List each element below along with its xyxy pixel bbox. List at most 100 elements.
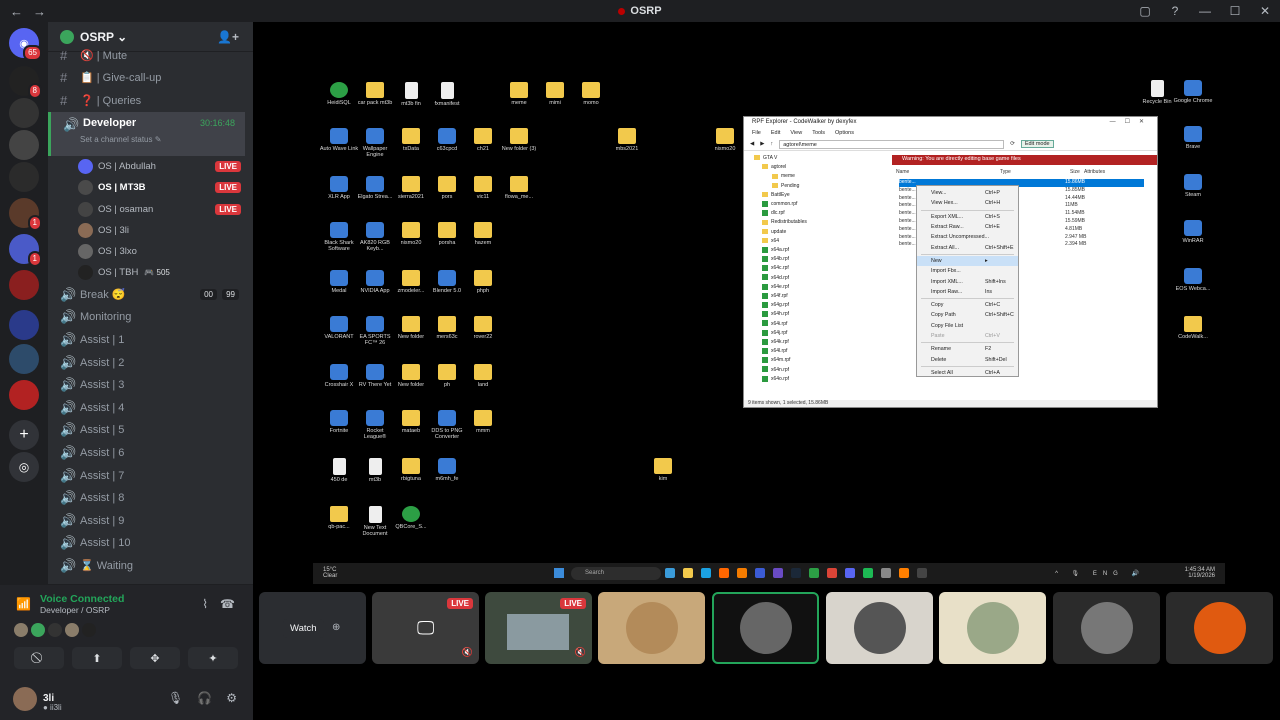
taskbar-app-icon[interactable] [845, 568, 855, 578]
tree-item[interactable]: dlc.rpf [750, 209, 880, 218]
up-icon[interactable]: ↑ [770, 141, 773, 147]
signal-icon[interactable]: 📶 [16, 597, 31, 611]
rpf-path-input[interactable]: agtorel\meme [779, 139, 1005, 149]
taskbar-app-icon[interactable] [881, 568, 891, 578]
live-badge[interactable]: LIVE [215, 160, 241, 172]
stream-tile[interactable]: LIVE 🔇 [485, 592, 592, 664]
server-icon[interactable] [9, 162, 39, 192]
desktop-icon[interactable]: Blender 5.0 [427, 270, 467, 294]
desktop-icon[interactable]: sierra2021 [391, 176, 431, 200]
tree-item[interactable]: x64k.rpf [750, 338, 880, 347]
tree-item[interactable]: x64o.rpf [750, 375, 880, 384]
voice-channel[interactable]: 🔊 Assist | 4 [48, 397, 253, 420]
tree-item[interactable]: x64j.rpf [750, 329, 880, 338]
voice-channel[interactable]: 🔊 Assist | 1 [48, 329, 253, 352]
voice-user[interactable]: OS | 3li [48, 220, 253, 241]
voice-location[interactable]: Developer / OSRP [40, 605, 110, 615]
desktop-icon[interactable]: ch21 [463, 128, 503, 152]
desktop-icon[interactable]: car pack mt3b [355, 82, 395, 106]
desktop-icon[interactable]: New folder [391, 316, 431, 340]
desktop-icon[interactable]: rbigtuna [391, 458, 431, 482]
desktop-icon[interactable]: Wallpaper Engine [355, 128, 395, 158]
desktop-icon[interactable]: mataeb [391, 410, 431, 434]
taskbar-app-icon[interactable] [827, 568, 837, 578]
noise-suppression-icon[interactable]: ⌇ [202, 597, 208, 611]
voice-channel-break[interactable]: 🔊 Break 😴 00 99 [48, 284, 253, 307]
watch-together-icon[interactable]: ⊕ [332, 622, 340, 633]
tree-item[interactable]: x64l.rpf [750, 347, 880, 356]
desktop-icon[interactable]: DDS to PNG Converter [427, 410, 467, 440]
desktop-icon[interactable]: Google Chrome [1173, 80, 1213, 104]
tree-item[interactable]: x64a.rpf [750, 246, 880, 255]
context-menu-item[interactable]: Extract Raw... Ctrl+E [917, 222, 1018, 232]
desktop-icon[interactable]: EA SPORTS FC™ 26 [355, 316, 395, 346]
tree-item[interactable]: common.rpf [750, 200, 880, 209]
microphone-icon[interactable]: 🎙 [168, 691, 183, 705]
context-menu-item[interactable]: View Hex... Ctrl+H [917, 198, 1018, 208]
tree-item[interactable]: Pending [750, 182, 880, 191]
voice-user[interactable]: OS | TBH 🎮 505 [48, 262, 253, 283]
tree-item[interactable]: x64m.rpf [750, 356, 880, 365]
desktop-icon[interactable]: mimi [535, 82, 575, 106]
avatar[interactable] [13, 686, 37, 711]
taskbar-app-icon[interactable] [701, 568, 711, 578]
headphones-icon[interactable]: 🎧 [197, 691, 212, 705]
desktop-icon[interactable]: RV There Yet [355, 364, 395, 388]
desktop-icon[interactable]: txData [391, 128, 431, 152]
desktop-icon[interactable]: nismo20 [391, 222, 431, 246]
desktop-icon[interactable]: VALORANT [319, 316, 359, 340]
rpf-menu-item[interactable]: Options [835, 130, 854, 136]
edit-mode-button[interactable]: Edit mode [1020, 140, 1054, 148]
desktop-icon[interactable]: QBCore_S... [391, 506, 431, 530]
participant-tile[interactable] [598, 592, 705, 664]
desktop-icon[interactable]: CodeWalk... [1173, 316, 1213, 340]
desktop-icon[interactable]: Black Shark Software [319, 222, 359, 252]
desktop-icon[interactable]: qb-pac... [319, 506, 359, 530]
stream-tile[interactable]: Watch ⊕ [259, 592, 366, 664]
context-menu-item[interactable]: New ▸ [917, 255, 1018, 267]
desktop-icon[interactable]: New folder [391, 364, 431, 388]
context-menu-item[interactable]: Extract Uncompressed... [917, 232, 1018, 242]
desktop-icon[interactable]: New Text Document [355, 506, 395, 537]
server-icon[interactable] [9, 270, 39, 300]
context-menu-item[interactable]: Select All Ctrl+A [917, 368, 1018, 378]
help-icon[interactable]: ? [1160, 0, 1190, 22]
tree-item[interactable]: x64c.rpf [750, 264, 880, 273]
participant-tile[interactable] [712, 592, 819, 664]
column-header[interactable]: Size [1070, 169, 1080, 175]
desktop-icon[interactable]: WinRAR [1173, 220, 1213, 244]
desktop-icon[interactable]: rover22 [463, 316, 503, 340]
desktop-icon[interactable]: phph [463, 270, 503, 294]
context-menu-item[interactable]: Import Fbx... [917, 266, 1018, 276]
desktop-icon[interactable]: momo [571, 82, 611, 106]
desktop-icon[interactable]: land [463, 364, 503, 388]
column-header[interactable]: Attributes [1084, 169, 1105, 175]
voice-channel[interactable]: 🔊 Assist | 7 [48, 464, 253, 487]
context-menu-item[interactable]: Copy Ctrl+C [917, 300, 1018, 310]
context-menu-item[interactable]: Export XML... Ctrl+S [917, 212, 1018, 222]
desktop-icon[interactable]: hazem [463, 222, 503, 246]
desktop-icon[interactable]: HeidiSQL [319, 82, 359, 106]
desktop-icon[interactable]: Elgato Strea... [355, 176, 395, 200]
desktop-icon[interactable]: NVIDIA App [355, 270, 395, 294]
desktop-icon[interactable]: porsha [427, 222, 467, 246]
live-badge[interactable]: LIVE [215, 182, 241, 194]
tree-item[interactable]: x64 [750, 237, 880, 246]
voice-channel[interactable]: 🔊 Assist | 6 [48, 442, 253, 465]
taskbar-app-icon[interactable] [899, 568, 909, 578]
taskbar-app-icon[interactable] [917, 568, 927, 578]
desktop-icon[interactable]: Brave [1173, 126, 1213, 150]
desktop-icon[interactable]: Rocket League® [355, 410, 395, 440]
server-icon[interactable] [9, 130, 39, 160]
desktop-icon[interactable]: kim [643, 458, 683, 482]
minimize-button[interactable]: — [1190, 0, 1220, 22]
tree-item[interactable]: x64h.rpf [750, 310, 880, 319]
server-icon[interactable]: 1 [9, 198, 42, 231]
desktop-icon[interactable]: fxmanifest [427, 82, 467, 107]
discover-icon[interactable]: ◎ [9, 452, 39, 482]
voice-user[interactable]: OS | 3lxo [48, 241, 253, 262]
desktop-icon[interactable]: Fortnite [319, 410, 359, 434]
desktop-icon[interactable]: 450 de [319, 458, 359, 483]
context-menu-item[interactable]: Paste Ctrl+V [917, 331, 1018, 341]
taskbar-app-icon[interactable] [719, 568, 729, 578]
